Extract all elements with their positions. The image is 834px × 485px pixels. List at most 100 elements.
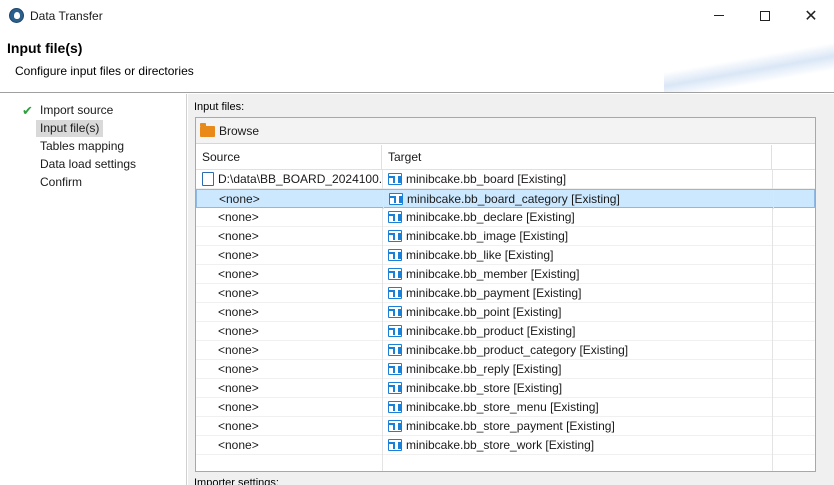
table-row[interactable]: <none> minibcake.bb_point [Existing] xyxy=(196,303,815,322)
target-cell[interactable]: minibcake.bb_store_work [Existing] xyxy=(382,436,772,454)
csv-file-icon xyxy=(202,172,214,186)
table-row[interactable]: D:\data\BB_BOARD_2024100... minibcake.bb_… xyxy=(196,170,815,189)
input-files-panel: Browse Source Target D:\data\BB_BOARD_20… xyxy=(195,117,816,472)
table-row[interactable]: <none> minibcake.bb_board_category [Exist… xyxy=(196,189,815,209)
table-row[interactable]: <none> minibcake.bb_reply [Existing] xyxy=(196,360,815,379)
target-cell[interactable]: minibcake.bb_store_payment [Existing] xyxy=(382,417,772,435)
column-divider xyxy=(772,208,773,227)
column-divider xyxy=(772,341,773,360)
column-divider xyxy=(773,190,774,209)
nav-step-tables-mapping[interactable]: Tables mapping xyxy=(18,138,128,155)
table-row[interactable]: <none> minibcake.bb_store [Existing] xyxy=(196,379,815,398)
title-bar: Data Transfer ✕ xyxy=(0,0,834,31)
wizard-header: Input file(s) Configure input files or d… xyxy=(0,31,834,93)
source-cell[interactable]: <none> xyxy=(196,341,382,359)
page-description: Configure input files or directories xyxy=(15,64,194,78)
mapping-table: Source Target D:\data\BB_BOARD_2024100..… xyxy=(196,145,815,471)
target-cell[interactable]: minibcake.bb_member [Existing] xyxy=(382,265,772,283)
table-row[interactable]: <none> minibcake.bb_store_work [Existing] xyxy=(196,436,815,455)
source-cell[interactable]: <none> xyxy=(196,246,382,264)
table-row[interactable]: <none> minibcake.bb_store_payment [Existi… xyxy=(196,417,815,436)
column-divider xyxy=(382,455,383,471)
source-cell[interactable]: <none> xyxy=(196,322,382,340)
column-divider xyxy=(772,170,773,189)
column-divider xyxy=(772,455,773,471)
input-files-label: Input files: xyxy=(194,101,245,113)
column-header-target[interactable]: Target xyxy=(382,145,772,170)
source-cell[interactable]: <none> xyxy=(196,265,382,283)
source-cell[interactable]: <none> xyxy=(196,436,382,454)
source-cell[interactable]: <none> xyxy=(197,190,383,208)
minimize-button[interactable] xyxy=(696,0,742,31)
wizard-steps-nav: ✔ Import source Input file(s) Tables mappin… xyxy=(0,94,187,485)
table-row[interactable]: <none> minibcake.bb_store_menu [Existing] xyxy=(196,398,815,417)
target-cell[interactable]: minibcake.bb_board [Existing] xyxy=(382,170,772,188)
browse-button[interactable]: Browse xyxy=(200,122,259,140)
empty-row xyxy=(196,455,815,471)
window-title: Data Transfer xyxy=(30,9,103,23)
browse-label: Browse xyxy=(219,124,260,138)
column-divider xyxy=(772,322,773,341)
column-divider xyxy=(772,360,773,379)
target-cell[interactable]: minibcake.bb_payment [Existing] xyxy=(382,284,772,302)
target-cell[interactable]: minibcake.bb_image [Existing] xyxy=(382,227,772,245)
main-content: Input files: Browse Source Target D:\dat… xyxy=(188,94,834,485)
nav-step-confirm[interactable]: Confirm xyxy=(18,174,86,191)
column-divider xyxy=(772,379,773,398)
nav-step-input-file-s[interactable]: Input file(s) xyxy=(18,120,104,137)
table-row[interactable]: <none> minibcake.bb_product_category [Exi… xyxy=(196,341,815,360)
column-divider xyxy=(772,303,773,322)
table-row[interactable]: <none> minibcake.bb_like [Existing] xyxy=(196,246,815,265)
source-cell[interactable]: <none> xyxy=(196,208,382,226)
folder-icon xyxy=(200,122,215,137)
panel-toolbar: Browse xyxy=(196,118,815,144)
table-body: D:\data\BB_BOARD_2024100... minibcake.bb_… xyxy=(196,170,815,471)
column-divider xyxy=(772,265,773,284)
maximize-button[interactable] xyxy=(742,0,788,31)
nav-step-data-load-settings[interactable]: Data load settings xyxy=(18,156,140,173)
target-cell[interactable]: minibcake.bb_product_category [Existing] xyxy=(382,341,772,359)
maximize-icon xyxy=(760,10,770,21)
nav-step-label: Data load settings xyxy=(40,157,137,171)
source-cell[interactable]: <none> xyxy=(196,379,382,397)
checkmark-icon: ✔ xyxy=(22,102,33,118)
nav-step-label: Import source xyxy=(40,103,114,117)
column-divider xyxy=(772,398,773,417)
source-cell[interactable]: <none> xyxy=(196,303,382,321)
nav-step-label: Confirm xyxy=(40,175,83,189)
target-cell[interactable]: minibcake.bb_point [Existing] xyxy=(382,303,772,321)
column-header-source[interactable]: Source xyxy=(196,145,382,170)
target-cell[interactable]: minibcake.bb_reply [Existing] xyxy=(382,360,772,378)
close-icon: ✕ xyxy=(804,7,818,25)
column-divider xyxy=(772,284,773,303)
source-cell[interactable]: <none> xyxy=(196,360,382,378)
target-cell[interactable]: minibcake.bb_store_menu [Existing] xyxy=(382,398,772,416)
column-divider xyxy=(772,227,773,246)
nav-step-label: Input file(s) xyxy=(36,120,104,137)
column-header-filler xyxy=(772,145,815,170)
target-cell[interactable]: minibcake.bb_board_category [Existing] xyxy=(383,190,773,208)
close-button[interactable]: ✕ xyxy=(788,0,834,31)
source-cell[interactable]: <none> xyxy=(196,227,382,245)
table-row[interactable]: <none> minibcake.bb_image [Existing] xyxy=(196,227,815,246)
target-cell[interactable]: minibcake.bb_declare [Existing] xyxy=(382,208,772,226)
column-divider xyxy=(772,246,773,265)
source-cell[interactable]: <none> xyxy=(196,398,382,416)
nav-step-label: Tables mapping xyxy=(40,139,125,153)
source-cell[interactable]: D:\data\BB_BOARD_2024100... xyxy=(196,170,382,188)
source-cell[interactable]: <none> xyxy=(196,284,382,302)
app-logo-icon xyxy=(9,8,24,23)
page-title: Input file(s) xyxy=(7,40,83,56)
table-row[interactable]: <none> minibcake.bb_declare [Existing] xyxy=(196,208,815,227)
minimize-icon xyxy=(714,15,724,16)
table-row[interactable]: <none> minibcake.bb_product [Existing] xyxy=(196,322,815,341)
target-cell[interactable]: minibcake.bb_store [Existing] xyxy=(382,379,772,397)
source-cell[interactable]: <none> xyxy=(196,417,382,435)
nav-step-import-source[interactable]: ✔ Import source xyxy=(18,102,117,119)
column-divider xyxy=(772,417,773,436)
importer-settings-label: Importer settings: xyxy=(194,477,279,485)
table-row[interactable]: <none> minibcake.bb_payment [Existing] xyxy=(196,284,815,303)
target-cell[interactable]: minibcake.bb_product [Existing] xyxy=(382,322,772,340)
table-row[interactable]: <none> minibcake.bb_member [Existing] xyxy=(196,265,815,284)
target-cell[interactable]: minibcake.bb_like [Existing] xyxy=(382,246,772,264)
